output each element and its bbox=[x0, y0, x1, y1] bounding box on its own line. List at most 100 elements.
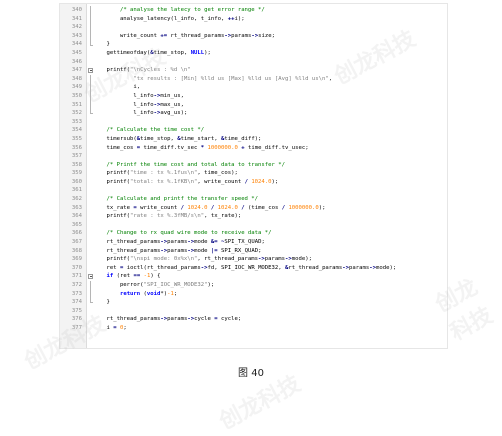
code-line[interactable]: 345 gettimeofday(&time_stop, NULL); bbox=[60, 49, 447, 58]
code-line[interactable]: 343 write_count += rt_thread_params->par… bbox=[60, 31, 447, 41]
token: ) { bbox=[150, 273, 161, 280]
code-line[interactable]: 376 rt_thread_params->params->cycle = cy… bbox=[60, 315, 447, 324]
code-line[interactable]: 358 /* Printf the time cost and total da… bbox=[60, 161, 447, 170]
token: time_stop, bbox=[153, 49, 191, 56]
code-text: printf("\nCycles : %d \n" bbox=[93, 66, 190, 75]
token: params bbox=[264, 256, 285, 263]
token-kw: return bbox=[119, 290, 141, 297]
line-number: 362 bbox=[71, 196, 82, 203]
code-line[interactable]: 356 time_cos = time_diff.tv_sec * 100000… bbox=[60, 144, 447, 153]
code-line[interactable]: 372 perror("SPI_IOC_WR_MODE32"); bbox=[60, 281, 447, 290]
code-line[interactable]: 375 bbox=[60, 307, 447, 316]
token-str: "rate : tx %.3fMB/s\n" bbox=[130, 213, 205, 220]
code-line[interactable]: 370 ret = ioctl(rt_thread_params->fd, SP… bbox=[60, 264, 447, 273]
code-line[interactable]: 361 bbox=[60, 186, 447, 195]
line-number: 368 bbox=[71, 247, 82, 254]
token: ret bbox=[93, 264, 120, 271]
token: params bbox=[167, 239, 188, 246]
token-str: "\nspi mode: 0x%x\n" bbox=[130, 256, 198, 263]
token-num: 1024.0 bbox=[187, 204, 208, 211]
code-line[interactable]: 346 bbox=[60, 58, 447, 67]
token-op: -> bbox=[369, 264, 376, 271]
code-line[interactable]: 352 l_info->avg_us); bbox=[60, 109, 447, 118]
token: printf( bbox=[93, 213, 131, 220]
code-line[interactable]: 362 /* Calculate and printf the transfer… bbox=[60, 195, 447, 204]
line-number: 365 bbox=[71, 221, 82, 228]
token: min_us, bbox=[160, 92, 184, 99]
code-line[interactable]: 350 l_info->min_us, bbox=[60, 91, 447, 101]
code-line[interactable]: 360 printf("total: tx %.1fKB\n", write_c… bbox=[60, 178, 447, 187]
code-line[interactable]: 342 bbox=[60, 23, 447, 32]
figure-caption: 图 40 bbox=[238, 368, 264, 379]
line-number: 341 bbox=[71, 15, 82, 22]
code-line[interactable]: 354 /* Calculate the time cost */ bbox=[60, 126, 447, 135]
token: cycle bbox=[194, 316, 215, 323]
fold-guide bbox=[90, 298, 93, 304]
code-line[interactable]: 357 bbox=[60, 152, 447, 161]
code-text: tx_rate = write_count / 1024.0 / 1024.0 … bbox=[93, 204, 326, 213]
code-text: printf("rate : tx %.3fMB/s\n", tx_rate); bbox=[93, 212, 241, 221]
fold-guide bbox=[90, 14, 91, 24]
token: } bbox=[93, 299, 110, 306]
code-line[interactable]: 340 /* analyse the latecy to get error r… bbox=[60, 6, 447, 15]
code-line[interactable]: 367 rt_thread_params->params->mode &= ~S… bbox=[60, 238, 447, 247]
code-text: timersub(&time_stop, &time_start, &time_… bbox=[93, 135, 261, 144]
code-line[interactable]: 363 tx_rate = write_count / 1024.0 / 102… bbox=[60, 204, 447, 213]
token: , bbox=[328, 75, 333, 82]
code-text: rt_thread_params->params->mode &= ~SPI_T… bbox=[93, 238, 264, 247]
code-line[interactable]: 374 } bbox=[60, 298, 447, 307]
token-num: 1000000.0 bbox=[288, 204, 319, 211]
token: , tx_rate); bbox=[204, 213, 242, 220]
code-line[interactable]: 348 "tx results : [Min] %lld us [Max] %l… bbox=[60, 74, 447, 84]
code-line[interactable]: 366 /* Change to rx quad wire mode to re… bbox=[60, 229, 447, 238]
token: params bbox=[167, 316, 188, 323]
code-line[interactable]: 355 timersub(&time_stop, &time_start, &t… bbox=[60, 135, 447, 144]
fold-guide bbox=[90, 91, 91, 101]
line-number: 364 bbox=[71, 213, 82, 220]
code-line[interactable]: 371 if (ret == -1) { bbox=[60, 272, 447, 281]
code-line[interactable]: 369 printf("\nspi mode: 0x%x\n", rt_thre… bbox=[60, 255, 447, 264]
code-line[interactable]: 344 } bbox=[60, 40, 447, 49]
line-number: 361 bbox=[71, 187, 82, 194]
token: , rt_thread_params bbox=[197, 256, 259, 263]
token-num: 1000000.0 bbox=[207, 144, 238, 151]
code-line[interactable]: 341 analyse_latency(l_info, t_info, ++i)… bbox=[60, 14, 447, 24]
code-line[interactable]: 368 rt_thread_params->params->mode |= SP… bbox=[60, 247, 447, 256]
code-area[interactable]: 340 /* analyse the latecy to get error r… bbox=[60, 6, 447, 333]
token: rt_thread_params bbox=[93, 239, 161, 246]
code-line[interactable]: 365 bbox=[60, 221, 447, 230]
code-line[interactable]: 377 i = 0; bbox=[60, 324, 447, 333]
token: printf( bbox=[93, 178, 131, 185]
code-line[interactable]: 349 i, bbox=[60, 83, 447, 92]
fold-guide bbox=[90, 109, 93, 115]
token: time_diff.tv_sec bbox=[140, 144, 201, 151]
code-line[interactable]: 347 printf("\nCycles : %d \n" bbox=[60, 66, 447, 75]
token: ); bbox=[318, 204, 326, 211]
token-str: "SPI_IOC_WR_MODE32" bbox=[143, 282, 208, 288]
code-line[interactable]: 351 l_info->max_us, bbox=[60, 100, 447, 110]
token: mode bbox=[194, 247, 211, 254]
code-line[interactable]: 353 bbox=[60, 118, 447, 127]
code-line[interactable]: 373 return (void*)-1; bbox=[60, 289, 447, 299]
line-number: 353 bbox=[71, 118, 82, 125]
code-line[interactable]: 364 printf("rate : tx %.3fMB/s\n", tx_ra… bbox=[60, 212, 447, 221]
line-number: 356 bbox=[71, 144, 82, 151]
code-text: l_info->min_us, bbox=[93, 92, 184, 101]
line-number: 346 bbox=[71, 58, 82, 65]
code-editor[interactable]: 340 /* analyse the latecy to get error r… bbox=[59, 3, 448, 349]
line-number: 350 bbox=[71, 92, 82, 99]
token: (ret bbox=[113, 273, 134, 280]
code-line[interactable]: 359 printf("time : tx %.1fus\n", time_co… bbox=[60, 169, 447, 178]
fold-guide bbox=[90, 6, 91, 15]
line-number: 351 bbox=[71, 101, 82, 108]
token: perror( bbox=[93, 282, 144, 288]
token: analyse_latency(l_info, t_info, bbox=[93, 15, 228, 22]
code-text: rt_thread_params->params->cycle = cycle; bbox=[93, 315, 241, 324]
code-text: l_info->max_us, bbox=[93, 101, 184, 110]
line-number: 348 bbox=[71, 75, 82, 82]
